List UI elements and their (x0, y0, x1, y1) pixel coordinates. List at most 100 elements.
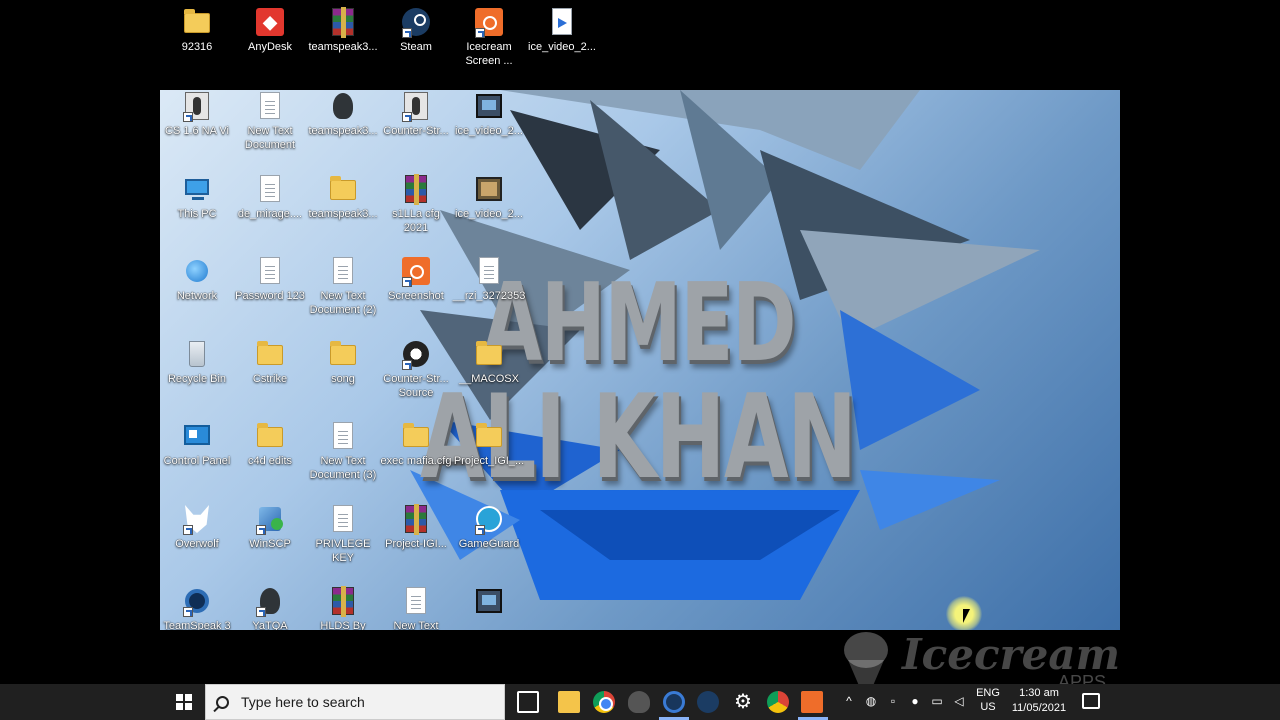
desktop-icon-c4d-edits[interactable]: c4d edits (233, 420, 307, 468)
desktop-icon-gameguard[interactable]: GameGuard (452, 503, 526, 551)
desktop-icon-application[interactable] (452, 585, 526, 619)
notification-center-icon[interactable] (1082, 693, 1100, 709)
desktop-icon-screenshot[interactable]: Screenshot (379, 255, 453, 303)
microphone-icon[interactable]: ● (908, 694, 922, 708)
desktop-icon-label: song (331, 373, 355, 385)
task-view-icon[interactable] (517, 691, 539, 713)
network-icon (181, 255, 213, 287)
text-document-icon (327, 420, 359, 452)
desktop-icon-label: Project-IGI... (385, 538, 447, 550)
desktop-icon-macosx[interactable]: __MACOSX (452, 338, 526, 386)
desktop-icon-this-pc[interactable]: This PC (160, 173, 234, 221)
desktop-icon-label: Icecream Screen ... (465, 41, 513, 67)
desktop-icon-label: AnyDesk (247, 41, 293, 53)
desktop-icon-de-mirage[interactable]: de_mirage.... (233, 173, 307, 221)
shield-icon[interactable]: ◍ (864, 694, 878, 708)
desktop-icon-ice-video-2[interactable]: ice_video_2... (452, 173, 526, 221)
folder-icon (327, 338, 359, 370)
video-file-icon (546, 6, 578, 38)
desktop-icon-icecream[interactable]: Icecream Screen ... (452, 6, 526, 68)
device-icon[interactable]: ▫ (886, 694, 900, 708)
desktop-icon-92316[interactable]: 92316 (160, 6, 234, 54)
show-hidden-icons-chevron-icon[interactable]: ^ (842, 694, 856, 708)
headset-icon[interactable] (628, 691, 650, 713)
icecream-recorder-icon (473, 6, 505, 38)
desktop-icon-new-text-document-4[interactable]: New Text Document (4) (379, 585, 453, 630)
counter-strike-icon (400, 90, 432, 122)
text-document-icon (327, 503, 359, 535)
counter-strike-source-icon (400, 338, 432, 370)
start-button[interactable] (164, 684, 204, 720)
desktop-icon-hlds[interactable]: HLDS By Vision (306, 585, 380, 630)
folder-icon (473, 338, 505, 370)
winrar-archive-icon (400, 173, 432, 205)
desktop-icon-exec-mafia[interactable]: exec mafia.cfg (379, 420, 453, 468)
desktop-icon-rzi-file[interactable]: __rzi_3272353 (452, 255, 526, 303)
desktop-icon-label: Counter-Str... (383, 125, 449, 137)
input-language-indicator[interactable]: ENG US (976, 686, 1000, 720)
steam-taskbar-icon[interactable] (697, 691, 719, 713)
desktop-icon-new-text-document-2[interactable]: New Text Document (2) (306, 255, 380, 317)
desktop-icon-counter-strike[interactable]: Counter-Str... (379, 90, 453, 138)
mouse-cursor-icon (963, 609, 970, 623)
desktop-icon-label: Recycle Bin (167, 373, 227, 385)
desktop-icon-anydesk[interactable]: ◆ AnyDesk (233, 6, 307, 54)
teamspeak-taskbar-icon[interactable] (663, 691, 685, 713)
application-icon (473, 585, 505, 617)
desktop-icon-new-text-document[interactable]: New Text Document (233, 90, 307, 152)
desktop-icon-teamspeak-folder-2[interactable]: teamspeak3... (306, 173, 380, 221)
desktop-icon-cstrike[interactable]: Cstrike (233, 338, 307, 386)
network-tray-icon[interactable]: ▭ (930, 694, 944, 708)
desktop-icon-teamspeak-folder[interactable]: teamspeak3... (306, 90, 380, 138)
desktop-icon-teamspeak-client[interactable]: TeamSpeak 3 Client (160, 585, 234, 630)
icecream-recorder-taskbar-icon[interactable] (801, 691, 823, 713)
desktop-icon-label: Control Panel (163, 455, 231, 467)
desktop-icon-privlege-key[interactable]: PRIVLEGE KEY (306, 503, 380, 565)
steam-icon (400, 6, 432, 38)
desktop-icon-recycle-bin[interactable]: Recycle Bin (160, 338, 234, 386)
winrar-archive-icon (400, 503, 432, 535)
teamspeak-folder-icon (327, 90, 359, 122)
desktop-icon-new-text-document-3[interactable]: New Text Document (3) (306, 420, 380, 482)
desktop-icon-project-igi[interactable]: Project_IGI_... (452, 420, 526, 468)
desktop-icon-project-igi-archive[interactable]: Project-IGI... (379, 503, 453, 551)
desktop-icon-label: YaTQA (252, 620, 288, 630)
desktop-icon-cs16[interactable]: CS 1.6 NA Vi (160, 90, 234, 138)
desktop-icon-steam[interactable]: Steam (379, 6, 453, 54)
desktop[interactable]: AHMED ALI KHAN CS 1.6 NA Vi New Text Doc… (160, 90, 1120, 630)
desktop-icon-cs-source[interactable]: Counter-Str... Source (379, 338, 453, 400)
taskbar: Type here to search ⚙ ^ ◍ ▫ ● ▭ ◁ ENG US… (0, 684, 1280, 720)
desktop-icon-yatqa[interactable]: YaTQA (233, 585, 307, 630)
chrome-profile-icon[interactable] (767, 691, 789, 713)
folder-user-icon (181, 6, 213, 38)
winrar-archive-icon (327, 6, 359, 38)
desktop-icon-control-panel[interactable]: Control Panel (160, 420, 234, 468)
this-pc-icon (181, 173, 213, 205)
system-clock[interactable]: 1:30 am 11/05/2021 (1010, 686, 1068, 720)
winrar-archive-icon (327, 585, 359, 617)
video-file-icon (473, 90, 505, 122)
taskbar-search-box[interactable]: Type here to search (205, 684, 505, 720)
chrome-icon[interactable] (593, 691, 615, 713)
control-panel-icon (181, 420, 213, 452)
desktop-icon-password-123[interactable]: Password 123 (233, 255, 307, 303)
yatqa-icon (254, 585, 286, 617)
file-explorer-icon[interactable] (558, 691, 580, 713)
file-icon (254, 173, 286, 205)
settings-gear-icon[interactable]: ⚙ (732, 691, 754, 713)
desktop-icon-label: exec mafia.cfg (380, 455, 452, 467)
desktop-icon-song[interactable]: song (306, 338, 380, 386)
text-document-icon (254, 255, 286, 287)
desktop-icon-label: New Text Document (3) (309, 455, 377, 481)
desktop-icon-ice-video-1[interactable]: ice_video_2... (452, 90, 526, 138)
text-document-icon (254, 90, 286, 122)
desktop-icon-silla-cfg[interactable]: s1LLa cfg 2021 (379, 173, 453, 235)
desktop-icon-ice-video[interactable]: ice_video_2... (525, 6, 599, 54)
desktop-icon-network[interactable]: Network (160, 255, 234, 303)
volume-icon[interactable]: ◁ (952, 694, 966, 708)
desktop-icon-winscp[interactable]: WinSCP (233, 503, 307, 551)
desktop-icon-teamspeak-archive[interactable]: teamspeak3... (306, 6, 380, 54)
desktop-icon-label: 92316 (181, 41, 213, 53)
screenshot-icon (400, 255, 432, 287)
desktop-icon-overwolf[interactable]: Overwolf (160, 503, 234, 551)
